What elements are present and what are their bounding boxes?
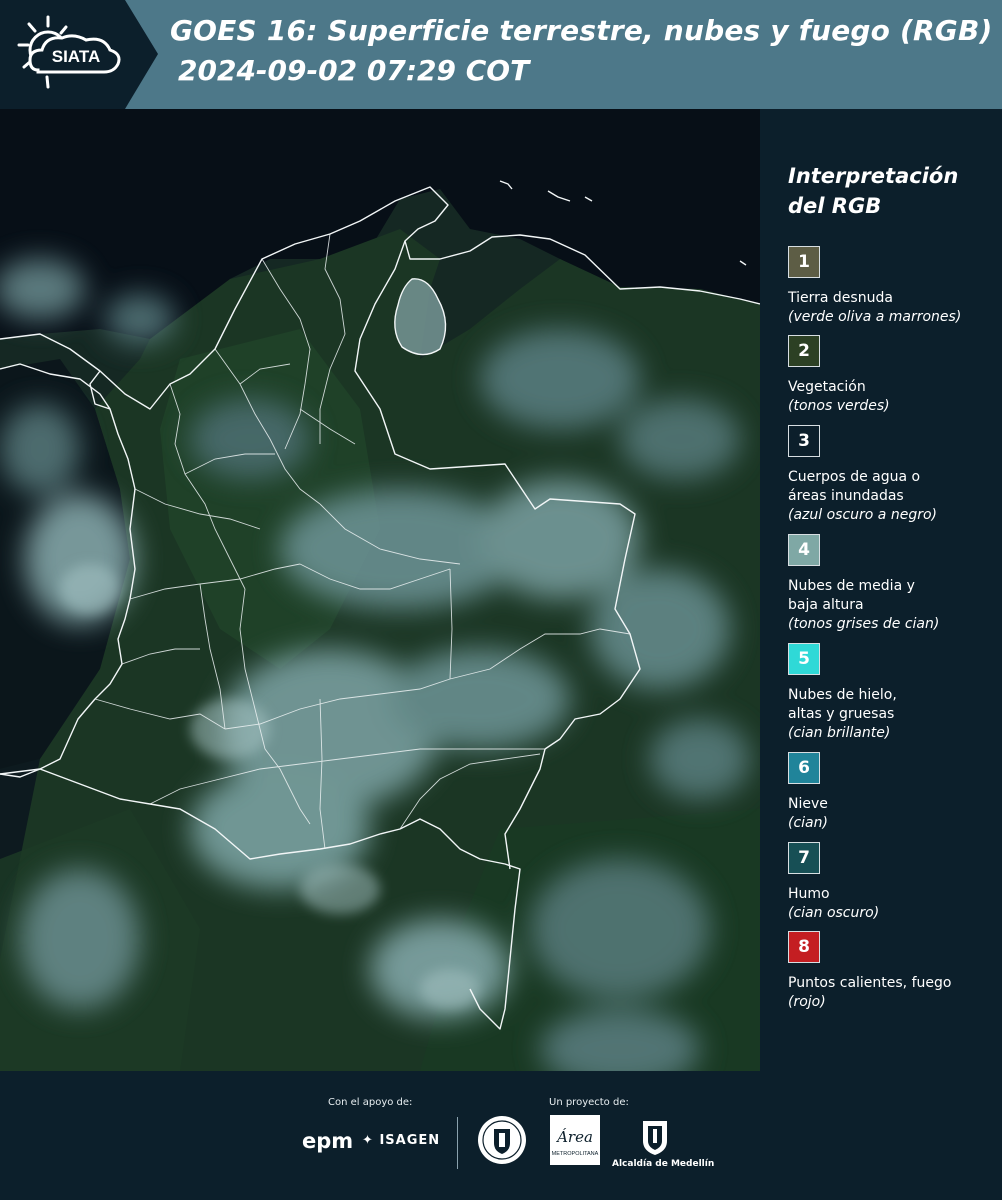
legend-desc: (cian) <box>788 815 828 831</box>
siata-logo: SIATA <box>0 0 158 109</box>
support-caption: Con el apoyo de: <box>328 1097 413 1108</box>
legend-label: Nubes de media y baja altura <box>788 578 915 613</box>
legend-title-line1: Interpretación <box>788 164 959 188</box>
isagen-logo-text: ISAGEN <box>379 1133 441 1148</box>
area-metropolitana-logo[interactable]: Área METROPOLITANA <box>550 1115 600 1169</box>
siata-logo-text: SIATA <box>52 47 100 66</box>
legend-item: 8 Puntos calientes, fuego (rojo) <box>788 931 998 1012</box>
university-seal-icon[interactable] <box>477 1115 527 1169</box>
satellite-map[interactable] <box>0 109 760 1071</box>
legend-item: 5 Nubes de hielo, altas y gruesas (cian … <box>788 643 998 743</box>
legend-swatch: 5 <box>788 643 820 675</box>
legend-swatch: 8 <box>788 931 820 963</box>
legend-label: Nubes de hielo, altas y gruesas <box>788 687 897 722</box>
legend-desc: (tonos verdes) <box>788 398 890 414</box>
timestamp: 2024-09-02 07:29 COT <box>178 54 530 87</box>
legend-label: Cuerpos de agua o áreas inundadas <box>788 469 921 504</box>
legend-title-line2: del RGB <box>788 194 882 218</box>
legend-item: 6 Nieve (cian) <box>788 752 998 833</box>
isagen-icon: ✦ <box>362 1133 374 1148</box>
legend-item: 2 Vegetación (tonos verdes) <box>788 335 998 416</box>
legend-desc: (azul oscuro a negro) <box>788 507 937 523</box>
epm-logo-text: epm <box>302 1129 354 1153</box>
legend-label: Vegetación <box>788 379 866 395</box>
legend-swatch: 1 <box>788 246 820 278</box>
legend-title: Interpretación del RGB <box>788 161 988 221</box>
page-title: GOES 16: Superficie terrestre, nubes y f… <box>170 14 993 47</box>
legend-label: Humo <box>788 886 830 902</box>
legend-swatch: 2 <box>788 335 820 367</box>
alcaldia-shield-icon[interactable] <box>639 1117 671 1161</box>
area-logo-word: Área <box>555 1128 593 1146</box>
isagen-logo[interactable]: ✦ ISAGEN <box>362 1133 440 1148</box>
legend-swatch: 7 <box>788 842 820 874</box>
project-caption: Un proyecto de: <box>549 1097 629 1108</box>
legend-label: Tierra desnuda <box>788 290 893 306</box>
header-bar: SIATA GOES 16: Superficie terrestre, nub… <box>0 0 1002 109</box>
legend-item: 4 Nubes de media y baja altura (tonos gr… <box>788 534 998 634</box>
footer-divider <box>457 1117 458 1169</box>
legend-desc: (cian brillante) <box>788 725 891 741</box>
legend-item: 7 Humo (cian oscuro) <box>788 842 998 923</box>
legend-desc: (tonos grises de cian) <box>788 616 940 632</box>
area-logo-sub: METROPOLITANA <box>552 1151 599 1157</box>
legend-label: Nieve <box>788 796 828 812</box>
legend-swatch: 6 <box>788 752 820 784</box>
legend-swatch: 4 <box>788 534 820 566</box>
epm-logo[interactable]: epm <box>302 1129 353 1153</box>
legend-item: 3 Cuerpos de agua o áreas inundadas (azu… <box>788 425 998 525</box>
legend-label: Puntos calientes, fuego <box>788 975 952 991</box>
footer: Con el apoyo de: Un proyecto de: epm ✦ I… <box>0 1071 1002 1200</box>
rgb-legend: Interpretación del RGB 1 Tierra desnuda … <box>762 109 1002 1071</box>
legend-item: 1 Tierra desnuda (verde oliva a marrones… <box>788 246 998 327</box>
legend-swatch: 3 <box>788 425 820 457</box>
legend-desc: (verde oliva a marrones) <box>788 309 962 325</box>
legend-desc: (cian oscuro) <box>788 905 880 921</box>
legend-desc: (rojo) <box>788 994 826 1010</box>
alcaldia-label: Alcaldía de Medellín <box>612 1159 715 1169</box>
